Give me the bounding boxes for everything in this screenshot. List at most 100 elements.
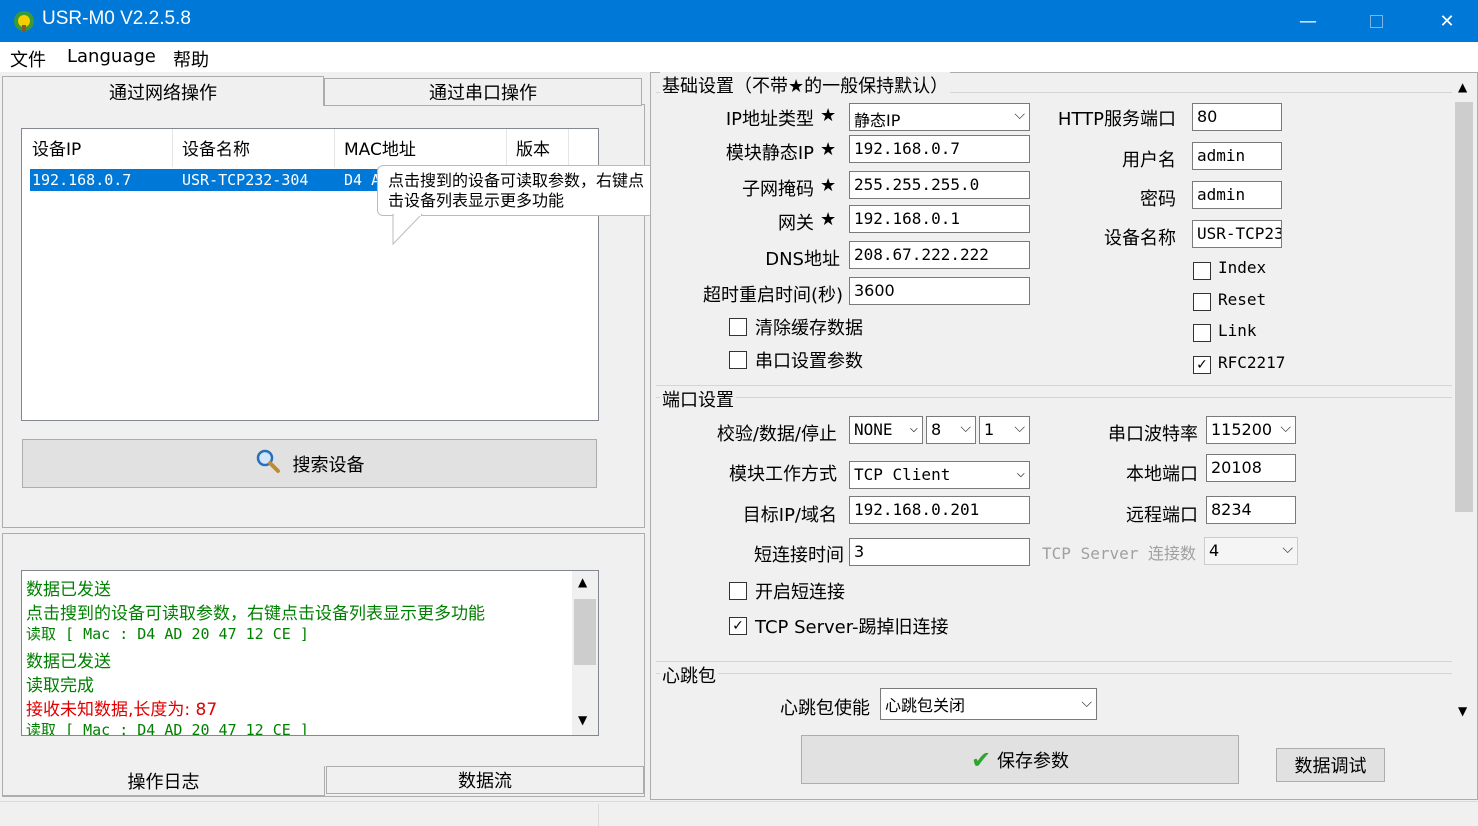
- serial-params-label: 串口设置参数: [755, 351, 863, 372]
- rfc2217-label: RFC2217: [1218, 353, 1286, 372]
- column-header-name[interactable]: 设备名称: [182, 135, 250, 160]
- ip-type-value: 静态IP: [854, 111, 901, 130]
- gateway-input[interactable]: 192.168.0.1: [849, 205, 1030, 233]
- column-header-ip[interactable]: 设备IP: [32, 135, 81, 160]
- tooltip: 点击搜到的设备可读取参数，右键点 击设备列表显示更多功能: [377, 165, 686, 216]
- http-port-label: HTTP服务端口: [1057, 109, 1176, 130]
- tooltip-line: 击设备列表显示更多功能: [388, 191, 565, 210]
- chevron-down-icon: ⌵: [960, 420, 971, 436]
- reset-label: Reset: [1218, 290, 1267, 309]
- chevron-down-icon: ⌵: [1282, 541, 1293, 557]
- heartbeat-title: 心跳包: [660, 662, 718, 688]
- tab-serial[interactable]: 通过串口操作: [324, 78, 642, 106]
- mask-input[interactable]: 255.255.255.0: [849, 171, 1030, 199]
- checkmark-icon: ✔: [970, 745, 992, 774]
- search-icon: [255, 448, 281, 479]
- short-conn-checkbox[interactable]: [729, 582, 747, 600]
- required-star: ★: [820, 139, 837, 160]
- timeout-input[interactable]: 3600: [849, 277, 1030, 305]
- stopbits-value: 1: [984, 420, 995, 439]
- device-name-input[interactable]: USR-TCP23: [1192, 220, 1282, 248]
- scroll-down-icon[interactable]: ▼: [578, 713, 587, 727]
- checkmark-icon: ✓: [732, 618, 744, 634]
- short-time-input[interactable]: 3: [849, 538, 1030, 566]
- kick-old-checkbox[interactable]: ✓: [729, 617, 747, 635]
- save-params-button[interactable]: ✔ 保存参数: [801, 735, 1239, 784]
- scroll-down-icon[interactable]: ▼: [1458, 704, 1467, 718]
- heartbeat-enable-value: 心跳包关闭: [885, 696, 966, 715]
- log-scrollbar[interactable]: ▲ ▼: [572, 571, 598, 735]
- baud-label: 串口波特率: [1108, 424, 1198, 445]
- ip-type-select[interactable]: 静态IP ⌵: [849, 103, 1030, 131]
- column-divider: [568, 129, 569, 167]
- username-input[interactable]: admin: [1192, 142, 1282, 170]
- link-checkbox[interactable]: [1193, 324, 1211, 342]
- mode-select[interactable]: TCP Client ⌵: [849, 461, 1030, 489]
- reset-checkbox[interactable]: [1193, 293, 1211, 311]
- menu-file[interactable]: 文件: [10, 46, 46, 72]
- chevron-down-icon: ⌵: [909, 420, 918, 436]
- log-line: 读取 [ Mac : D4 AD 20 47 12 CE ]: [26, 721, 309, 736]
- maximize-button[interactable]: [1353, 0, 1399, 42]
- target-input[interactable]: 192.168.0.201: [849, 496, 1030, 524]
- cell-name: USR-TCP232-304: [182, 171, 309, 189]
- local-port-input[interactable]: 20108: [1206, 454, 1296, 482]
- remote-port-input[interactable]: 8234: [1206, 496, 1296, 524]
- gateway-label: 网关: [778, 213, 814, 234]
- title-bar: USR-M0 V2.2.5.8 — ✕: [0, 0, 1478, 42]
- serial-params-checkbox[interactable]: [729, 351, 747, 369]
- dns-input[interactable]: 208.67.222.222: [849, 241, 1030, 269]
- heartbeat-enable-label: 心跳包使能: [780, 698, 870, 719]
- scroll-up-icon[interactable]: ▲: [578, 575, 587, 589]
- scroll-thumb[interactable]: [574, 599, 596, 665]
- tab-log[interactable]: 操作日志: [2, 766, 325, 796]
- tooltip-line: 点击搜到的设备可读取参数，右键点: [388, 171, 645, 190]
- index-checkbox[interactable]: [1193, 262, 1211, 280]
- heartbeat-enable-select[interactable]: 心跳包关闭 ⌵: [880, 688, 1097, 720]
- minimize-button[interactable]: —: [1285, 0, 1331, 42]
- log-line: 数据已发送: [26, 580, 111, 600]
- column-header-version[interactable]: 版本: [516, 135, 550, 160]
- tab-dataflow[interactable]: 数据流: [326, 766, 644, 794]
- tab-network[interactable]: 通过网络操作: [2, 76, 324, 106]
- static-ip-input[interactable]: 192.168.0.7: [849, 135, 1030, 163]
- clear-cache-checkbox[interactable]: [729, 318, 747, 336]
- mask-label: 子网掩码: [742, 179, 814, 200]
- table-row[interactable]: 192.168.0.7 USR-TCP232-304 D4 A: [30, 169, 390, 191]
- databits-select[interactable]: 8 ⌵: [926, 416, 976, 444]
- search-device-button[interactable]: 搜索设备: [22, 439, 597, 488]
- scroll-up-icon[interactable]: ▲: [1458, 80, 1467, 94]
- short-conn-label: 开启短连接: [755, 582, 845, 603]
- clear-cache-label: 清除缓存数据: [755, 318, 863, 339]
- tcp-conn-select: 4 ⌵: [1204, 537, 1298, 565]
- log-line: 读取 [ Mac : D4 AD 20 47 12 CE ]: [26, 625, 309, 643]
- short-time-label: 短连接时间: [754, 545, 844, 566]
- rfc2217-checkbox[interactable]: ✓: [1193, 356, 1211, 374]
- password-input[interactable]: admin: [1192, 181, 1282, 209]
- menu-language[interactable]: Language: [67, 46, 156, 67]
- stopbits-select[interactable]: 1 ⌵: [979, 416, 1030, 444]
- local-port-label: 本地端口: [1126, 464, 1198, 485]
- log-line: 接收未知数据,长度为: 87: [26, 700, 218, 720]
- cell-ip: 192.168.0.7: [32, 171, 132, 189]
- data-debug-button[interactable]: 数据调试: [1276, 748, 1385, 782]
- log-textbox[interactable]: 数据已发送 点击搜到的设备可读取参数，右键点击设备列表显示更多功能 读取 [ M…: [21, 570, 599, 736]
- column-header-mac[interactable]: MAC地址: [344, 135, 416, 160]
- port-settings-title: 端口设置: [660, 386, 736, 412]
- tcp-conn-label: TCP Server 连接数: [1042, 544, 1196, 563]
- required-star: ★: [820, 105, 837, 126]
- group-border: [656, 673, 1452, 674]
- required-star: ★: [820, 175, 837, 196]
- close-button[interactable]: ✕: [1424, 0, 1470, 42]
- baud-select[interactable]: 115200 ⌵: [1206, 416, 1296, 444]
- status-divider: [598, 804, 599, 826]
- http-port-input[interactable]: 80: [1192, 103, 1282, 131]
- save-params-label: 保存参数: [997, 750, 1070, 772]
- log-line: 读取完成: [26, 676, 94, 696]
- menu-help[interactable]: 帮助: [173, 46, 209, 72]
- index-label: Index: [1218, 258, 1267, 277]
- scroll-thumb[interactable]: [1455, 102, 1473, 512]
- app-icon: [12, 9, 36, 33]
- settings-scrollbar[interactable]: ▲ ▼: [1453, 76, 1475, 726]
- parity-select[interactable]: NONE ⌵: [849, 416, 923, 444]
